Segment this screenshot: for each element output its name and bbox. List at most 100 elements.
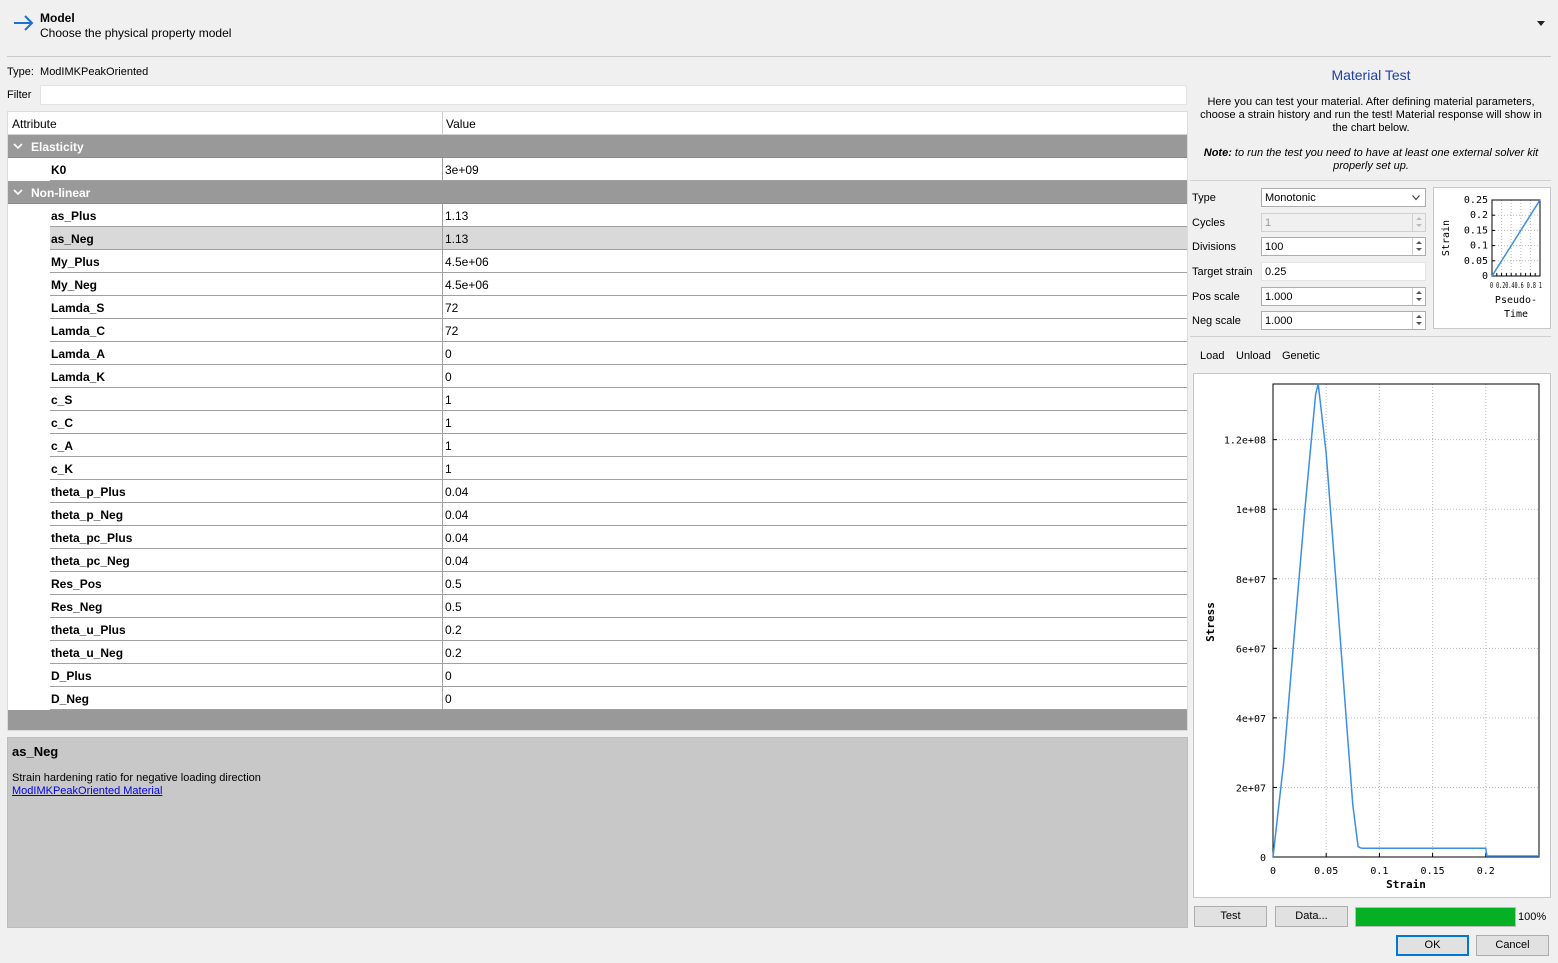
description-link[interactable]: ModIMKPeakOriented Material [12, 785, 162, 797]
y-tick-label: 0 [1482, 271, 1488, 282]
attribute-value[interactable]: 0.5 [445, 577, 462, 591]
y-tick-label: 8e+07 [1236, 575, 1266, 586]
table-row[interactable]: theta_u_Plus 0.2 [8, 618, 1187, 641]
column-divider [442, 434, 443, 457]
attribute-name: Lamda_K [51, 370, 106, 384]
table-row[interactable]: D_Neg 0 [8, 687, 1187, 710]
column-divider[interactable] [442, 112, 443, 135]
spin-arrows-icon[interactable] [1412, 214, 1425, 231]
row-indent [8, 457, 50, 480]
table-row[interactable]: theta_u_Neg 0.2 [8, 641, 1187, 664]
attribute-value[interactable]: 0.04 [445, 508, 468, 522]
attribute-value[interactable]: 0.04 [445, 485, 468, 499]
table-row[interactable]: as_Plus 1.13 [8, 204, 1187, 227]
attribute-value[interactable]: 0.2 [445, 623, 462, 637]
column-divider [442, 227, 443, 250]
table-row[interactable]: c_C 1 [8, 411, 1187, 434]
type-select-value: Monotonic [1265, 192, 1316, 204]
table-row[interactable]: as_Neg 1.13 [8, 227, 1187, 250]
column-divider [442, 158, 443, 181]
attribute-value[interactable]: 4.5e+06 [445, 255, 489, 269]
data-button[interactable]: Data... [1275, 906, 1348, 927]
tab-genetic[interactable]: Genetic [1282, 350, 1320, 362]
y-tick-label: 0.1 [1470, 241, 1488, 252]
target-strain-input[interactable]: 0.25 [1261, 262, 1426, 281]
attribute-value[interactable]: 0 [445, 370, 452, 384]
spin-arrows-icon[interactable] [1412, 238, 1425, 255]
attribute-name: c_C [51, 416, 74, 430]
pos-scale-spinbox[interactable]: 1.000 [1261, 287, 1426, 306]
attribute-value[interactable]: 0 [445, 669, 452, 683]
table-row[interactable]: theta_p_Neg 0.04 [8, 503, 1187, 526]
neg-scale-value: 1.000 [1265, 315, 1293, 327]
chevron-down-icon[interactable] [1536, 18, 1546, 28]
attribute-value[interactable]: 3e+09 [445, 163, 479, 177]
attribute-value[interactable]: 1.13 [445, 232, 468, 246]
column-divider [442, 273, 443, 296]
model-header[interactable]: Model Choose the physical property model [0, 0, 1558, 56]
note-text: to run the test you need to have at leas… [1231, 147, 1539, 172]
type-label: Type: [7, 66, 34, 78]
test-button[interactable]: Test [1194, 906, 1267, 927]
row-indent [8, 618, 50, 641]
table-row[interactable]: Res_Neg 0.5 [8, 595, 1187, 618]
table-row[interactable]: D_Plus 0 [8, 664, 1187, 687]
table-row[interactable]: theta_p_Plus 0.04 [8, 480, 1187, 503]
tab-unload[interactable]: Unload [1236, 350, 1271, 362]
row-indent [8, 227, 50, 250]
table-row[interactable]: theta_pc_Neg 0.04 [8, 549, 1187, 572]
attribute-value[interactable]: 72 [445, 301, 458, 315]
attribute-value[interactable]: 4.5e+06 [445, 278, 489, 292]
spin-arrows-icon[interactable] [1412, 288, 1425, 305]
table-row[interactable]: Lamda_A 0 [8, 342, 1187, 365]
attribute-value[interactable]: 1.13 [445, 209, 468, 223]
table-row[interactable]: theta_pc_Plus 0.04 [8, 526, 1187, 549]
neg-scale-label: Neg scale [1192, 315, 1241, 327]
cycles-spinbox[interactable]: 1 [1261, 213, 1426, 232]
attribute-value[interactable]: 0.2 [445, 646, 462, 660]
tab-load[interactable]: Load [1200, 350, 1224, 362]
table-row[interactable]: c_A 1 [8, 434, 1187, 457]
chevron-down-icon[interactable] [13, 141, 23, 151]
table-row[interactable]: Lamda_C 72 [8, 319, 1187, 342]
attribute-name: theta_p_Neg [51, 508, 124, 522]
table-row[interactable]: Lamda_S 72 [8, 296, 1187, 319]
table-row[interactable]: My_Neg 4.5e+06 [8, 273, 1187, 296]
table-row[interactable]: My_Plus 4.5e+06 [8, 250, 1187, 273]
target-strain-value: 0.25 [1265, 266, 1287, 278]
table-row[interactable]: Res_Pos 0.5 [8, 572, 1187, 595]
table-row[interactable]: c_S 1 [8, 388, 1187, 411]
attribute-value[interactable]: 0 [445, 347, 452, 361]
table-row[interactable]: Lamda_K 0 [8, 365, 1187, 388]
attribute-value[interactable]: 0.04 [445, 554, 468, 568]
filter-input[interactable] [40, 85, 1187, 105]
cancel-button[interactable]: Cancel [1476, 935, 1549, 956]
plot-frame [1272, 383, 1540, 858]
divisions-spinbox[interactable]: 100 [1261, 237, 1426, 256]
attribute-value[interactable]: 1 [445, 393, 452, 407]
chevron-down-icon[interactable] [13, 187, 23, 197]
attribute-value[interactable]: 0.04 [445, 531, 468, 545]
column-header-value[interactable]: Value [446, 117, 476, 131]
attribute-name: D_Neg [51, 692, 90, 706]
column-header-attribute[interactable]: Attribute [12, 117, 57, 131]
table-row[interactable]: K0 3e+09 [8, 158, 1187, 181]
row-indent [8, 572, 50, 595]
group-header[interactable]: Elasticity [8, 135, 1187, 158]
x-tick-labels: 0 0.20.40.6 0.8 1 [1490, 281, 1542, 290]
attribute-value[interactable]: 72 [445, 324, 458, 338]
attribute-value[interactable]: 1 [445, 462, 452, 476]
cycles-label: Cycles [1192, 217, 1226, 229]
table-row[interactable]: c_K 1 [8, 457, 1187, 480]
row-indent [8, 549, 50, 572]
neg-scale-spinbox[interactable]: 1.000 [1261, 311, 1426, 330]
attribute-value[interactable]: 0 [445, 692, 452, 706]
type-select[interactable]: Monotonic [1261, 188, 1426, 207]
material-test-intro: Here you can test your material. After d… [1200, 96, 1542, 134]
group-header[interactable]: Non-linear [8, 181, 1187, 204]
ok-button[interactable]: OK [1396, 935, 1469, 956]
attribute-value[interactable]: 0.5 [445, 600, 462, 614]
spin-arrows-icon[interactable] [1412, 312, 1425, 329]
attribute-value[interactable]: 1 [445, 439, 452, 453]
attribute-value[interactable]: 1 [445, 416, 452, 430]
